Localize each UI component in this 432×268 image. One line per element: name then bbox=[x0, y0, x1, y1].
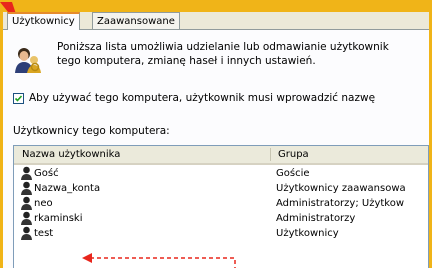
dashed-annotation-line bbox=[90, 257, 236, 268]
annotation-arrowhead-icon bbox=[82, 253, 92, 263]
tab-uzytkownicy[interactable]: Użytkownicy bbox=[7, 12, 80, 30]
annotation-overlay bbox=[0, 2, 236, 268]
